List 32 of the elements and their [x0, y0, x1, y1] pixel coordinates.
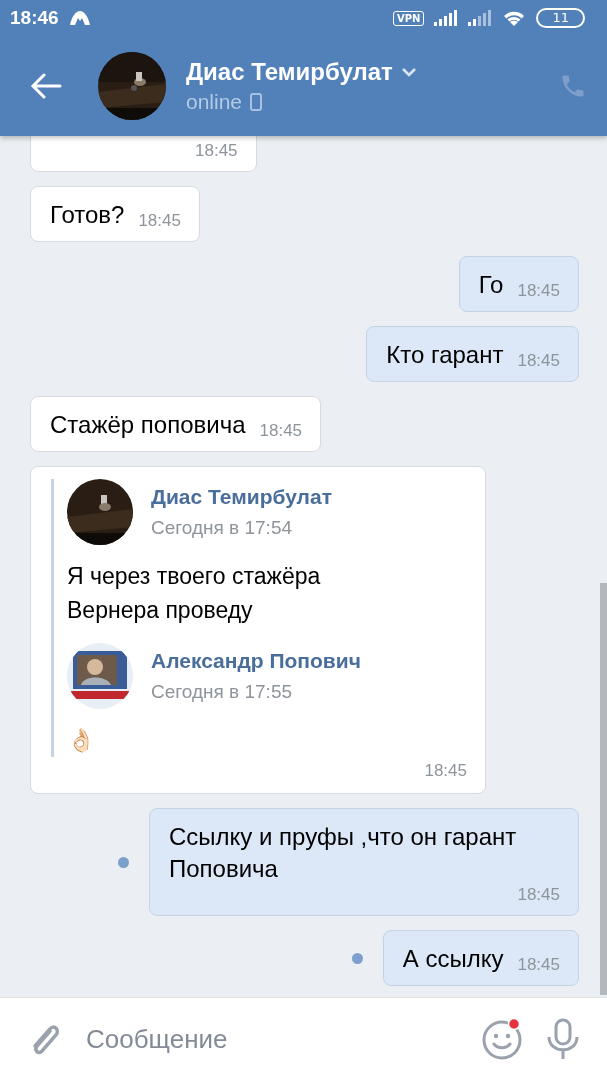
message-time: 18:45: [517, 281, 560, 301]
status-time: 18:46: [10, 7, 59, 29]
mountain-icon: [68, 10, 91, 26]
signal-icon: [468, 10, 493, 26]
message-date: Сегодня в 17:55: [151, 681, 293, 703]
chevron-down-icon[interactable]: [400, 67, 417, 77]
message-text: Ссылку и пруфы ,что он гарант Поповича: [169, 822, 518, 884]
message-time: 18:45: [517, 955, 560, 975]
signal-icon: [434, 10, 459, 26]
message-text: Го: [478, 270, 504, 300]
message-text: Стажёр поповича: [50, 410, 246, 440]
message-time: 18:45: [138, 211, 181, 231]
microphone-icon[interactable]: [545, 1017, 581, 1061]
online-status: online: [186, 90, 243, 114]
contact-name[interactable]: Диас Темирбулат: [186, 58, 393, 86]
author-name[interactable]: Александр Попович: [151, 649, 361, 673]
vpn-badge: VPN: [393, 10, 425, 26]
message-text: 👌🏻: [67, 726, 97, 755]
message-time: 18:45: [259, 421, 303, 441]
message-time: 18:45: [517, 885, 560, 905]
message-text: Кто гарант: [386, 340, 504, 370]
battery-indicator: 11: [536, 8, 585, 28]
message-time: 18:45: [517, 351, 560, 371]
message-text: А ссылку: [402, 944, 504, 974]
message-text: Я через твоего стажёра Вернера проведу: [67, 562, 322, 625]
message-time: 18:45: [195, 141, 238, 161]
message-date: Сегодня в 17:54: [151, 517, 293, 539]
phone-icon: [250, 93, 263, 111]
message-text: Готов?: [50, 200, 125, 230]
message-time: 18:45: [424, 761, 467, 781]
wifi-icon: [502, 9, 527, 27]
author-name[interactable]: Диас Темирбулат: [151, 485, 332, 509]
